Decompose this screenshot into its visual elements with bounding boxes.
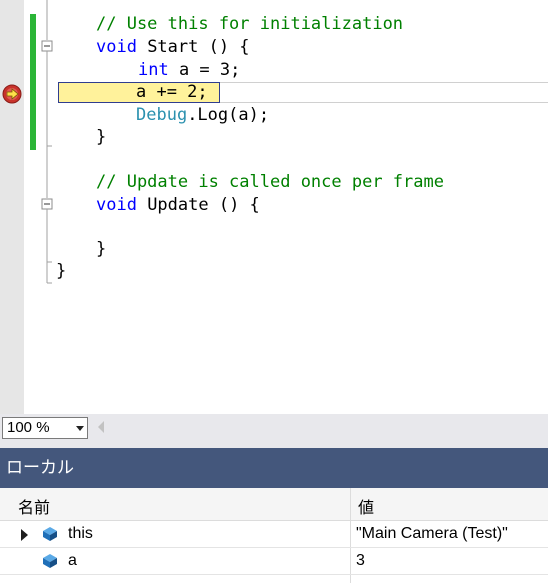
code-comment: // Update is called once per frame <box>96 172 444 192</box>
editor-status-strip: 100 % <box>0 414 548 442</box>
variable-value[interactable]: 3 <box>356 552 365 570</box>
chevron-down-icon <box>76 426 84 431</box>
locals-row-a[interactable]: a 3 <box>0 548 548 575</box>
code-line: } <box>96 127 107 147</box>
keyword: void <box>96 195 137 215</box>
code-text: .Log(a); <box>187 105 270 125</box>
variable-name: a <box>68 552 77 569</box>
code-line: } <box>96 239 107 259</box>
current-statement-breakpoint-icon[interactable] <box>2 84 22 104</box>
code-line: void Start () { <box>96 36 250 59</box>
type-name: Debug <box>136 105 188 125</box>
scroll-left-icon[interactable] <box>98 421 104 433</box>
current-line-indicator <box>220 82 548 103</box>
code-line: Debug.Log(a); <box>136 104 269 127</box>
outlining-margin <box>41 0 53 284</box>
code-text: Start () { <box>136 37 250 57</box>
code-line: void Update () { <box>96 194 260 217</box>
locals-panel-title: ローカル <box>0 448 548 488</box>
code-line: int a = 3; <box>138 59 240 82</box>
code-line-current: a += 2; <box>136 82 208 102</box>
object-variable-icon <box>43 527 57 541</box>
code-comment: // Use this for initialization <box>96 14 404 34</box>
variable-name: this <box>68 525 93 542</box>
keyword: int <box>138 60 169 80</box>
keyword: void <box>96 37 137 57</box>
zoom-value: 100 % <box>7 419 50 436</box>
code-text: Update () { <box>136 195 260 215</box>
breakpoint-margin[interactable] <box>0 0 24 414</box>
expand-arrow-icon[interactable] <box>21 529 28 541</box>
locals-grid[interactable]: 名前 値 this "Main Camera (Test)" a 3 <box>0 488 548 583</box>
code-text: a = 3; <box>168 60 241 80</box>
code-editor[interactable]: // Use this for initialization void Star… <box>0 0 548 414</box>
locals-row-this[interactable]: this "Main Camera (Test)" <box>0 521 548 548</box>
variable-value[interactable]: "Main Camera (Test)" <box>356 525 508 543</box>
field-variable-icon <box>43 554 57 568</box>
column-header-value[interactable]: 値 <box>358 494 374 518</box>
code-line: } <box>56 261 67 281</box>
locals-header-row: 名前 値 <box>0 488 548 521</box>
column-header-name[interactable]: 名前 <box>18 494 50 518</box>
zoom-dropdown[interactable]: 100 % <box>2 417 88 439</box>
